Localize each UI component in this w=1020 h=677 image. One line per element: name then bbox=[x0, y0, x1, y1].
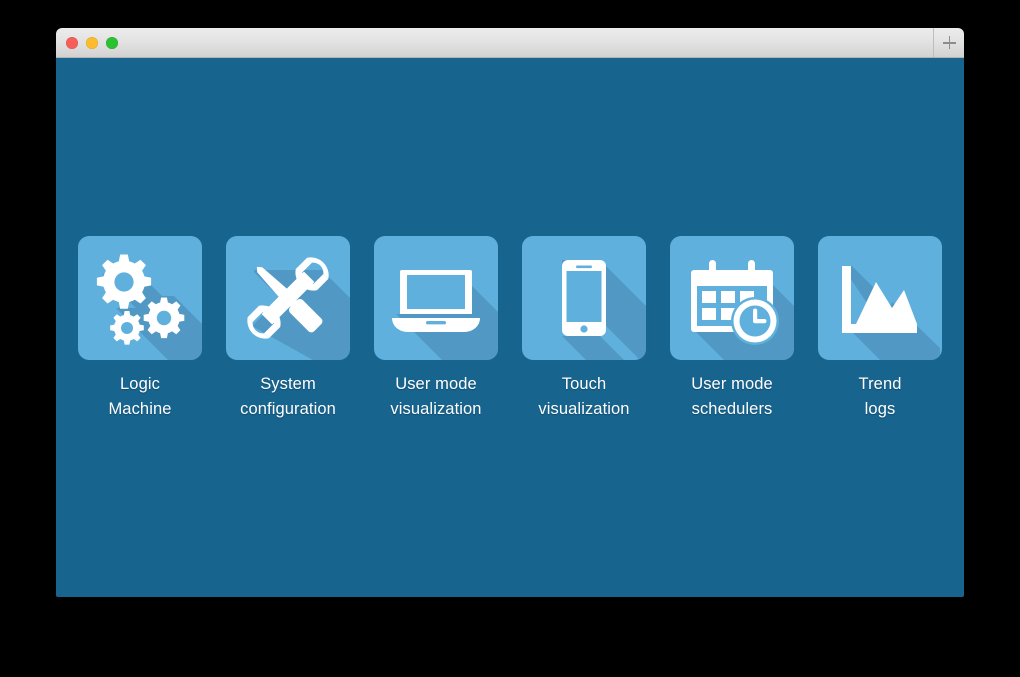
tile-label: Touch visualization bbox=[538, 375, 630, 418]
launcher-tile-touch-visualization[interactable]: Touch visualization bbox=[522, 236, 646, 422]
desktop-background: Logic Machine System configuration User … bbox=[0, 0, 1020, 677]
wrench-screwdriver-icon bbox=[247, 257, 350, 360]
tile-icon-background bbox=[670, 236, 794, 360]
window-content: Logic Machine System configuration User … bbox=[56, 58, 964, 597]
launcher-tile-user-mode-visualization[interactable]: User mode visualization bbox=[374, 236, 498, 422]
launcher-tile-user-mode-schedulers[interactable]: User mode schedulers bbox=[670, 236, 794, 422]
tile-label: System configuration bbox=[240, 375, 336, 418]
browser-window: Logic Machine System configuration User … bbox=[56, 28, 964, 597]
gears-icon bbox=[96, 254, 202, 360]
tile-label: Trend logs bbox=[858, 375, 902, 418]
window-controls bbox=[66, 36, 118, 49]
tile-icon-background bbox=[818, 236, 942, 360]
tile-label: User mode visualization bbox=[390, 375, 482, 418]
plus-icon bbox=[942, 36, 956, 49]
area-chart-icon bbox=[842, 266, 942, 360]
new-tab-button[interactable] bbox=[933, 28, 964, 57]
tile-label: User mode schedulers bbox=[691, 375, 773, 418]
tile-icon-background bbox=[78, 236, 202, 360]
launcher-tile-system-configuration[interactable]: System configuration bbox=[226, 236, 350, 422]
window-titlebar bbox=[56, 28, 964, 58]
smartphone-icon bbox=[562, 260, 646, 360]
close-button[interactable] bbox=[66, 36, 78, 49]
tile-icon-background bbox=[226, 236, 350, 360]
maximize-button[interactable] bbox=[106, 36, 118, 49]
launcher-tile-trend-logs[interactable]: Trend logs bbox=[818, 236, 942, 422]
tile-icon-background bbox=[522, 236, 646, 360]
calendar-clock-icon bbox=[691, 260, 794, 360]
tile-label: Logic Machine bbox=[108, 375, 172, 418]
tile-icon-background bbox=[374, 236, 498, 360]
minimize-button[interactable] bbox=[86, 36, 98, 49]
app-launcher-grid: Logic Machine System configuration User … bbox=[56, 236, 964, 422]
laptop-icon bbox=[392, 270, 498, 360]
launcher-tile-logic-machine[interactable]: Logic Machine bbox=[78, 236, 202, 422]
